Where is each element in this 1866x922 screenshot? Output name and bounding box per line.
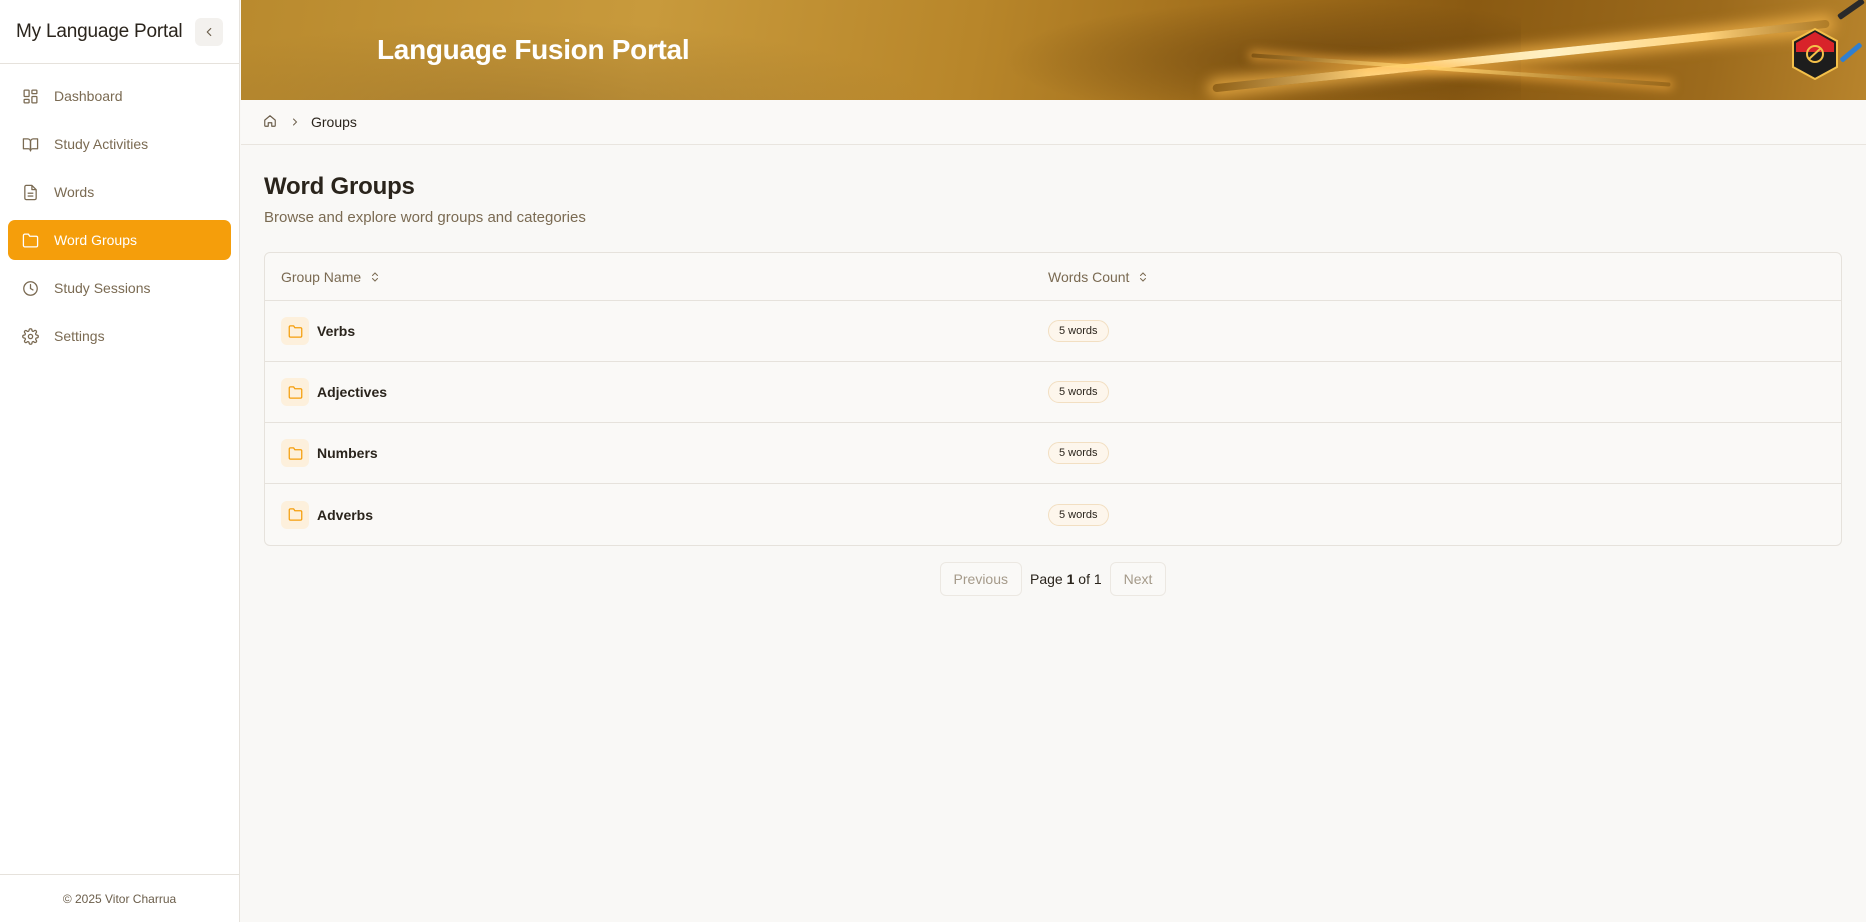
column-header-label: Words Count [1048,268,1130,285]
page-subtitle: Browse and explore word groups and categ… [264,209,586,226]
chevron-left-icon [206,27,212,36]
gear-icon [21,327,39,345]
folder-icon [21,231,39,249]
sidebar-item-label: Word Groups [54,232,137,248]
folder-icon [281,378,309,406]
sidebar-item-label: Words [54,184,95,200]
sort-group-name-header[interactable]: Group Name [265,269,1048,285]
main-content: Word Groups Browse and explore word grou… [264,145,1842,596]
sidebar-item-label: Study Sessions [54,280,151,296]
sidebar-item-settings[interactable]: Settings [8,316,231,356]
sidebar-item-label: Settings [54,328,105,344]
group-name-link[interactable]: Verbs [317,323,355,339]
page-indicator: Page 1 of 1 [1030,571,1102,587]
chevron-right-icon [289,116,301,128]
table-header: Group Name Words Count [265,253,1841,301]
page-label: Page [1030,571,1063,587]
table-row[interactable]: Verbs 5 words [265,301,1841,362]
sort-words-count-header[interactable]: Words Count [1048,269,1841,285]
sidebar-header: My Language Portal [0,0,239,64]
current-page-number: 1 [1066,571,1075,587]
sidebar-item-label: Study Activities [54,136,149,152]
document-icon [21,183,39,201]
previous-page-button[interactable]: Previous [939,562,1022,596]
folder-icon [281,317,309,345]
of-label: of [1078,571,1090,587]
clock-icon [21,279,39,297]
table-row[interactable]: Adverbs 5 words [265,484,1841,545]
pencil-decoration-icon [1836,0,1866,21]
sidebar-footer: © 2025 Vitor Charrua [0,874,239,922]
word-count-badge: 5 words [1048,503,1109,526]
group-name-link[interactable]: Numbers [317,445,378,461]
group-name-link[interactable]: Adjectives [317,384,387,400]
word-count-badge: 5 words [1048,320,1109,342]
sidebar-nav: Dashboard Study Activities Words Word Gr… [0,64,239,376]
sidebar-item-study-sessions[interactable]: Study Sessions [8,268,231,308]
book-icon [21,135,39,153]
folder-icon [281,439,309,467]
copyright-text: © 2025 Vitor Charrua [62,891,177,906]
sidebar-item-dashboard[interactable]: Dashboard [8,76,231,116]
brand-title: My Language Portal [16,20,183,42]
column-header-label: Group Name [281,268,362,285]
collapse-sidebar-button[interactable] [195,17,223,46]
made-in-angola-badge-icon [1792,28,1838,80]
page-title: Word Groups [264,173,415,200]
word-count-badge: 5 words [1048,442,1109,464]
pagination: Previous Page 1 of 1 Next [264,562,1842,596]
sort-icon [369,270,381,284]
next-page-button[interactable]: Next [1109,562,1167,596]
word-count-badge: 5 words [1048,381,1109,403]
sidebar-item-words[interactable]: Words [8,172,231,212]
banner-title: Language Fusion Portal [377,34,690,65]
sidebar-item-study-activities[interactable]: Study Activities [8,124,231,164]
table-row[interactable]: Adjectives 5 words [265,362,1841,423]
breadcrumb-current: Groups [311,114,357,130]
breadcrumb: Groups [241,100,1866,145]
home-icon[interactable] [263,114,277,131]
sort-icon [1137,270,1149,284]
sidebar: My Language Portal Dashboard Study Activ… [0,0,240,922]
table-row[interactable]: Numbers 5 words [265,423,1841,484]
grid-icon [21,87,39,105]
word-groups-table: Group Name Words Count Verbs 5 words Adj… [264,252,1842,546]
total-pages-number: 1 [1093,571,1102,587]
group-name-link[interactable]: Adverbs [317,507,373,523]
sidebar-item-word-groups[interactable]: Word Groups [8,220,231,260]
folder-icon [281,500,309,529]
pencil-decoration-icon [1839,42,1863,63]
header-banner: Language Fusion Portal [241,0,1866,100]
sidebar-item-label: Dashboard [54,88,123,104]
